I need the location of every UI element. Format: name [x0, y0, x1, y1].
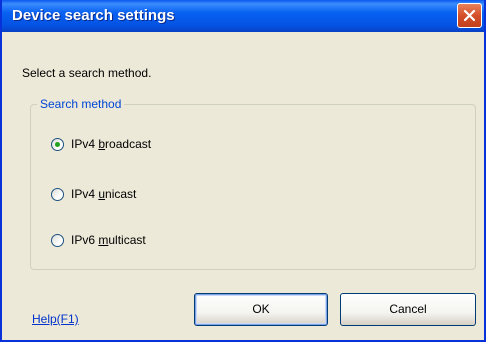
ok-button[interactable]: OK [194, 293, 328, 326]
close-button[interactable] [457, 3, 482, 28]
option-ipv6-multicast[interactable]: IPv6 multicast [51, 233, 146, 247]
close-icon [463, 9, 476, 22]
radio-button[interactable] [51, 187, 64, 201]
search-method-group: Search method IPv4 broadcast IPv4 unicas… [30, 97, 476, 270]
radio-dot-icon [55, 141, 60, 147]
help-link[interactable]: Help(F1) [32, 312, 79, 326]
option-ipv4-broadcast[interactable]: IPv4 broadcast [51, 137, 151, 151]
instruction-text: Select a search method. [22, 66, 152, 80]
radio-button[interactable] [51, 233, 64, 247]
group-label: Search method [37, 97, 125, 111]
dialog-window: Device search settings Select a search m… [0, 0, 486, 342]
window-title: Device search settings [12, 7, 175, 24]
cancel-button[interactable]: Cancel [340, 293, 476, 326]
option-label: IPv4 unicast [71, 187, 137, 201]
option-label: IPv4 broadcast [71, 137, 152, 151]
title-bar[interactable]: Device search settings [2, 0, 484, 32]
option-ipv4-unicast[interactable]: IPv4 unicast [51, 187, 136, 201]
radio-button-selected[interactable] [51, 137, 64, 151]
option-label: IPv6 multicast [71, 233, 146, 247]
